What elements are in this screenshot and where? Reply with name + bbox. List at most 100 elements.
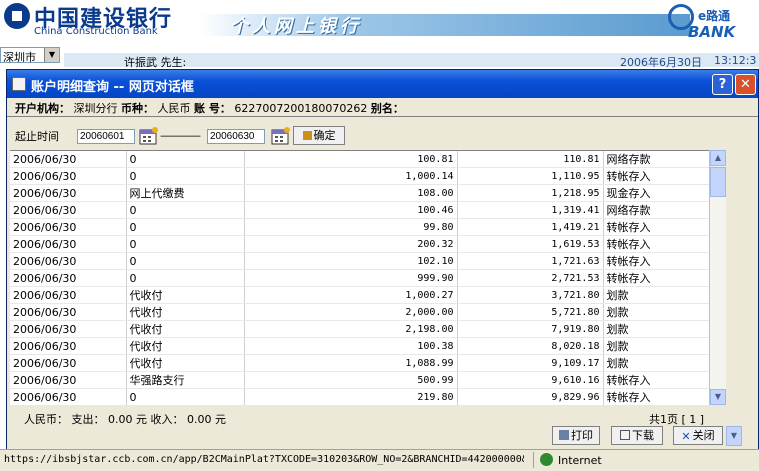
currency-value: 人民币 [157, 102, 191, 115]
tx-type: 转帐存入 [603, 388, 709, 406]
tx-date: 2006/06/30 [10, 388, 127, 406]
tx-description: 0 [126, 252, 245, 270]
calendar-icon[interactable] [139, 127, 159, 145]
help-button[interactable]: ? [712, 74, 733, 95]
dialog-titlebar[interactable]: 账户明细查询 -- 网页对话框 ? ✕ [7, 70, 758, 98]
tx-balance: 1,319.41 [457, 201, 604, 219]
end-date-input[interactable] [207, 129, 265, 144]
tx-date: 2006/06/30 [10, 167, 127, 185]
table-row: 2006/06/30 0 200.32 1,619.53 转帐存入 [10, 235, 709, 253]
close-label: 关闭 [692, 429, 715, 442]
date-range-label: 起止时间 [15, 130, 59, 143]
tx-description: 0 [126, 269, 245, 287]
city-select-value: 深圳市 [3, 51, 36, 64]
table-row: 2006/06/30 0 100.81 110.81 网络存款 [10, 151, 709, 168]
tx-description: 代收付 [126, 286, 245, 304]
table-row: 2006/06/30 0 999.90 2,721.53 转帐存入 [10, 269, 709, 287]
tx-type: 划款 [603, 303, 709, 321]
ebank-logo-cn: e路通 [698, 9, 731, 23]
tx-balance: 7,919.80 [457, 320, 604, 338]
current-date: 2006年6月30日 [620, 56, 702, 69]
user-greeting: 许振武 先生: [124, 56, 187, 69]
pager: 共1页 [ 1 ] [649, 413, 705, 426]
city-select[interactable]: 深圳市 ▼ [0, 47, 60, 64]
tx-amount: 1,000.14 [244, 167, 458, 185]
tx-date: 2006/06/30 [10, 354, 127, 372]
download-button[interactable]: 下载 [611, 426, 663, 445]
scroll-down-arrow-icon[interactable]: ▼ [710, 389, 726, 405]
tx-balance: 9,610.16 [457, 371, 604, 389]
user-bar: 许振武 先生: 2006年6月30日 13:12:3 [64, 53, 759, 69]
tx-description: 0 [126, 201, 245, 219]
table-row: 2006/06/30 网上代缴费 108.00 1,218.95 现金存入 [10, 184, 709, 202]
table-row: 2006/06/30 代收付 2,198.00 7,919.80 划款 [10, 320, 709, 338]
scroll-down-arrow-icon[interactable]: ▼ [726, 426, 742, 446]
print-button[interactable]: 打印 [552, 426, 600, 445]
start-date-input[interactable] [77, 129, 135, 144]
globe-icon [540, 453, 553, 466]
close-window-button[interactable]: ✕ [735, 74, 756, 95]
date-range-row: 起止时间 ———— 确定 [15, 125, 715, 147]
account-value: 6227007200180070262 [234, 102, 368, 115]
table-scrollbar[interactable]: ▲ ▼ [709, 150, 726, 405]
tx-description: 网上代缴费 [126, 184, 245, 202]
tx-type: 转帐存入 [603, 269, 709, 287]
tx-amount: 1,088.99 [244, 354, 458, 372]
status-bar: https://ibsbjstar.ccb.com.cn/app/B2CMain… [0, 449, 759, 471]
scroll-thumb[interactable] [710, 167, 726, 197]
chevron-down-icon[interactable]: ▼ [44, 48, 59, 62]
tx-amount: 500.99 [244, 371, 458, 389]
table-row: 2006/06/30 0 219.80 9,829.96 转帐存入 [10, 388, 709, 406]
tx-date: 2006/06/30 [10, 151, 127, 168]
table-row: 2006/06/30 0 1,000.14 1,110.95 转帐存入 [10, 167, 709, 185]
tx-date: 2006/06/30 [10, 235, 127, 253]
tx-description: 华强路支行 [126, 371, 245, 389]
table-row: 2006/06/30 代收付 100.38 8,020.18 划款 [10, 337, 709, 355]
tx-amount: 100.81 [244, 151, 458, 168]
table-row: 2006/06/30 华强路支行 500.99 9,610.16 转帐存入 [10, 371, 709, 389]
tx-type: 现金存入 [603, 184, 709, 202]
tx-description: 代收付 [126, 354, 245, 372]
tx-description: 0 [126, 218, 245, 236]
tx-type: 转帐存入 [603, 252, 709, 270]
printer-icon [559, 430, 569, 440]
table-row: 2006/06/30 代收付 1,000.27 3,721.80 划款 [10, 286, 709, 304]
download-label: 下载 [632, 429, 654, 442]
tx-balance: 9,109.17 [457, 354, 604, 372]
branch-value: 深圳分行 [73, 102, 118, 115]
security-zone: Internet [558, 454, 602, 467]
tx-date: 2006/06/30 [10, 337, 127, 355]
tx-balance: 5,721.80 [457, 303, 604, 321]
branch-label: 开户机构： [15, 102, 70, 115]
currency-label: 币种： [121, 102, 154, 115]
dialog-title: 账户明细查询 -- 网页对话框 [31, 80, 194, 95]
confirm-button[interactable]: 确定 [293, 126, 345, 145]
tx-balance: 1,218.95 [457, 184, 604, 202]
bank-name-english: China Construction Bank [34, 26, 158, 37]
status-url: https://ibsbjstar.ccb.com.cn/app/B2CMain… [4, 454, 524, 465]
tx-amount: 100.38 [244, 337, 458, 355]
tx-date: 2006/06/30 [10, 320, 127, 338]
tx-type: 划款 [603, 286, 709, 304]
ccb-logo-icon [4, 3, 30, 29]
table-row: 2006/06/30 0 99.80 1,419.21 转帐存入 [10, 218, 709, 236]
transaction-table: 2006/06/30 0 100.81 110.81 网络存款 2006/06/30 0 1,… [10, 150, 709, 406]
current-time: 13:12:3 [714, 54, 757, 67]
bank-banner: 中国建设银行 China Construction Bank 个人网上银行 e路… [0, 0, 759, 45]
tx-balance: 1,419.21 [457, 218, 604, 236]
account-label: 账 号： [194, 102, 231, 115]
window-icon [12, 77, 26, 91]
tx-type: 转帐存入 [603, 235, 709, 253]
tx-type: 划款 [603, 337, 709, 355]
close-button[interactable]: ✕ 关闭 [673, 426, 723, 445]
tx-amount: 2,000.00 [244, 303, 458, 321]
tx-balance: 1,110.95 [457, 167, 604, 185]
tx-type: 转帐存入 [603, 167, 709, 185]
date-range-separator: ———— [160, 129, 201, 142]
tx-date: 2006/06/30 [10, 371, 127, 389]
scroll-up-arrow-icon[interactable]: ▲ [710, 150, 726, 166]
calendar-icon[interactable] [271, 127, 291, 145]
close-icon: ✕ [681, 430, 691, 443]
tx-amount: 2,198.00 [244, 320, 458, 338]
tx-amount: 200.32 [244, 235, 458, 253]
